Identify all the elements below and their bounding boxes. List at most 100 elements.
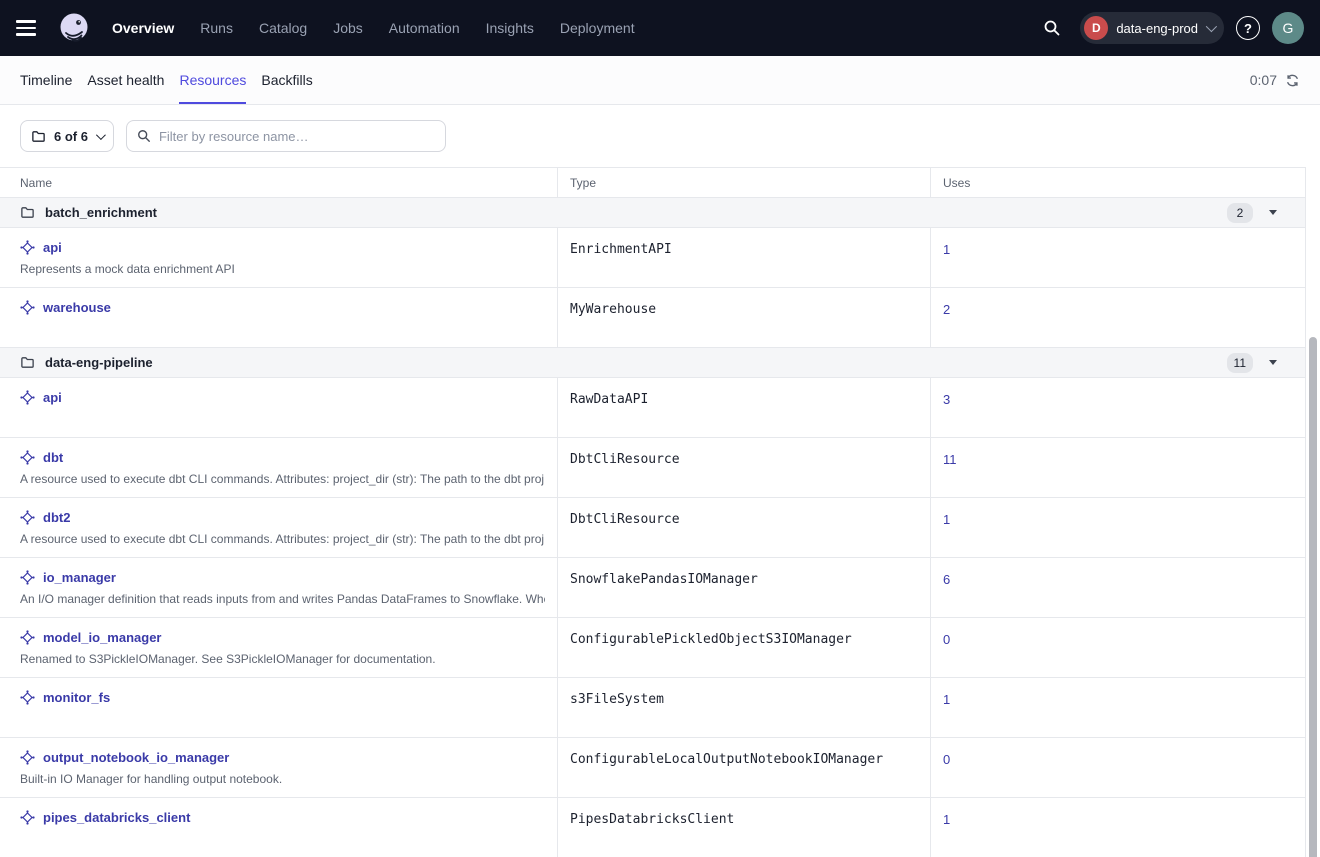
resource-name-link[interactable]: io_manager <box>43 570 116 585</box>
nav-item-catalog[interactable]: Catalog <box>259 20 307 36</box>
col-header-uses: Uses <box>930 168 1306 197</box>
resource-row: monitor_fs s3FileSystem 1 <box>0 678 1305 738</box>
resource-name-link[interactable]: dbt2 <box>43 510 70 525</box>
nav-item-overview[interactable]: Overview <box>112 20 174 36</box>
refresh-countdown: 0:07 <box>1250 72 1277 88</box>
resource-icon <box>20 690 35 705</box>
resource-row: dbt A resource used to execute dbt CLI c… <box>0 438 1305 498</box>
resource-icon <box>20 300 35 315</box>
resource-name-link[interactable]: dbt <box>43 450 63 465</box>
resource-type: ConfigurablePickledObjectS3IOManager <box>570 630 918 647</box>
group-name: batch_enrichment <box>45 205 157 220</box>
resource-group-row[interactable]: batch_enrichment 2 <box>0 198 1305 228</box>
tab-bar: Timeline Asset health Resources Backfills 0… <box>0 56 1320 105</box>
resource-icon <box>20 570 35 585</box>
resource-row: model_io_manager Renamed to S3PickleIOMa… <box>0 618 1305 678</box>
dagster-logo[interactable] <box>54 8 94 48</box>
chevron-down-icon <box>96 130 106 140</box>
resource-type: PipesDatabricksClient <box>570 810 918 827</box>
resource-uses-link[interactable]: 0 <box>943 630 950 647</box>
tab-asset-health[interactable]: Asset health <box>87 56 164 104</box>
col-header-name: Name <box>0 168 557 197</box>
resource-group-row[interactable]: data-eng-pipeline 11 <box>0 348 1305 378</box>
magnifier-icon <box>137 129 151 143</box>
resource-name-link[interactable]: api <box>43 390 62 405</box>
nav-item-deployment[interactable]: Deployment <box>560 20 635 36</box>
resource-type: SnowflakePandasIOManager <box>570 570 918 587</box>
nav-item-insights[interactable]: Insights <box>486 20 534 36</box>
workspace-switcher[interactable]: D data-eng-prod <box>1080 12 1224 44</box>
group-count-badge: 11 <box>1227 353 1253 373</box>
group-count-badge: 2 <box>1227 203 1253 223</box>
resource-uses-link[interactable]: 6 <box>943 570 950 587</box>
resource-description: Renamed to S3PickleIOManager. See S3Pick… <box>20 652 545 666</box>
nav-item-runs[interactable]: Runs <box>200 20 233 36</box>
search-icon[interactable] <box>1036 12 1068 44</box>
hamburger-menu-icon[interactable] <box>14 12 46 44</box>
resource-uses-link[interactable]: 1 <box>943 240 950 257</box>
resource-description: An I/O manager definition that reads inp… <box>20 592 545 606</box>
top-nav-items: Overview Runs Catalog Jobs Automation Insight… <box>112 20 635 36</box>
filter-input[interactable] <box>159 129 435 144</box>
collapse-caret-icon[interactable] <box>1269 210 1277 215</box>
folder-icon <box>20 355 35 370</box>
resource-type: EnrichmentAPI <box>570 240 918 257</box>
resource-name-link[interactable]: monitor_fs <box>43 690 110 705</box>
resource-uses-link[interactable]: 1 <box>943 690 950 707</box>
filter-row: 6 of 6 <box>0 105 1320 167</box>
resource-uses-link[interactable]: 1 <box>943 510 950 527</box>
resource-row: dbt2 A resource used to execute dbt CLI … <box>0 498 1305 558</box>
collapse-caret-icon[interactable] <box>1269 360 1277 365</box>
resource-row: pipes_databricks_client PipesDatabricksC… <box>0 798 1305 857</box>
resources-table: Name Type Uses batch_enrichment 2 <box>0 167 1320 857</box>
resource-description: Built-in IO Manager for handling output … <box>20 772 545 786</box>
refresh-timer: 0:07 <box>1250 72 1300 88</box>
tab-timeline[interactable]: Timeline <box>20 56 72 104</box>
resource-row: warehouse MyWarehouse 2 <box>0 288 1305 348</box>
resource-icon <box>20 630 35 645</box>
resource-name-link[interactable]: output_notebook_io_manager <box>43 750 229 765</box>
resource-uses-link[interactable]: 11 <box>943 450 957 467</box>
folder-icon <box>31 129 46 144</box>
resource-name-link[interactable]: warehouse <box>43 300 111 315</box>
resource-icon <box>20 450 35 465</box>
workspace-label: data-eng-prod <box>1116 21 1198 36</box>
resource-name-link[interactable]: pipes_databricks_client <box>43 810 190 825</box>
tabs: Timeline Asset health Resources Backfills <box>20 56 313 104</box>
resource-icon <box>20 750 35 765</box>
resource-icon <box>20 240 35 255</box>
resource-uses-link[interactable]: 1 <box>943 810 950 827</box>
resource-count-filter[interactable]: 6 of 6 <box>20 120 114 152</box>
user-avatar[interactable]: G <box>1272 12 1304 44</box>
resource-name-link[interactable]: model_io_manager <box>43 630 162 645</box>
table-body: batch_enrichment 2 api Represents a mock… <box>0 198 1305 857</box>
vertical-scrollbar[interactable] <box>1306 334 1320 857</box>
table-header: Name Type Uses <box>0 167 1305 198</box>
resource-row: api Represents a mock data enrichment AP… <box>0 228 1305 288</box>
resource-name-link[interactable]: api <box>43 240 62 255</box>
resource-icon <box>20 510 35 525</box>
nav-item-automation[interactable]: Automation <box>389 20 460 36</box>
refresh-icon[interactable] <box>1285 73 1300 88</box>
resource-type: s3FileSystem <box>570 690 918 707</box>
resource-count-label: 6 of 6 <box>54 129 88 144</box>
resource-uses-link[interactable]: 2 <box>943 300 950 317</box>
nav-item-jobs[interactable]: Jobs <box>333 20 363 36</box>
col-header-type: Type <box>557 168 930 197</box>
help-icon[interactable]: ? <box>1236 16 1260 40</box>
resource-uses-link[interactable]: 3 <box>943 390 950 407</box>
resource-uses-link[interactable]: 0 <box>943 750 950 767</box>
resource-description: A resource used to execute dbt CLI comma… <box>20 472 545 486</box>
tab-resources[interactable]: Resources <box>179 56 246 104</box>
resource-row: output_notebook_io_manager Built-in IO M… <box>0 738 1305 798</box>
tab-backfills[interactable]: Backfills <box>261 56 312 104</box>
group-name: data-eng-pipeline <box>45 355 153 370</box>
top-nav: Overview Runs Catalog Jobs Automation Insight… <box>0 0 1320 56</box>
resource-row: io_manager An I/O manager definition tha… <box>0 558 1305 618</box>
top-nav-right: D data-eng-prod ? G <box>1036 12 1304 44</box>
resource-icon <box>20 810 35 825</box>
workspace-badge: D <box>1084 16 1108 40</box>
scrollbar-thumb[interactable] <box>1309 337 1317 857</box>
resource-icon <box>20 390 35 405</box>
filter-searchbox <box>126 120 446 152</box>
